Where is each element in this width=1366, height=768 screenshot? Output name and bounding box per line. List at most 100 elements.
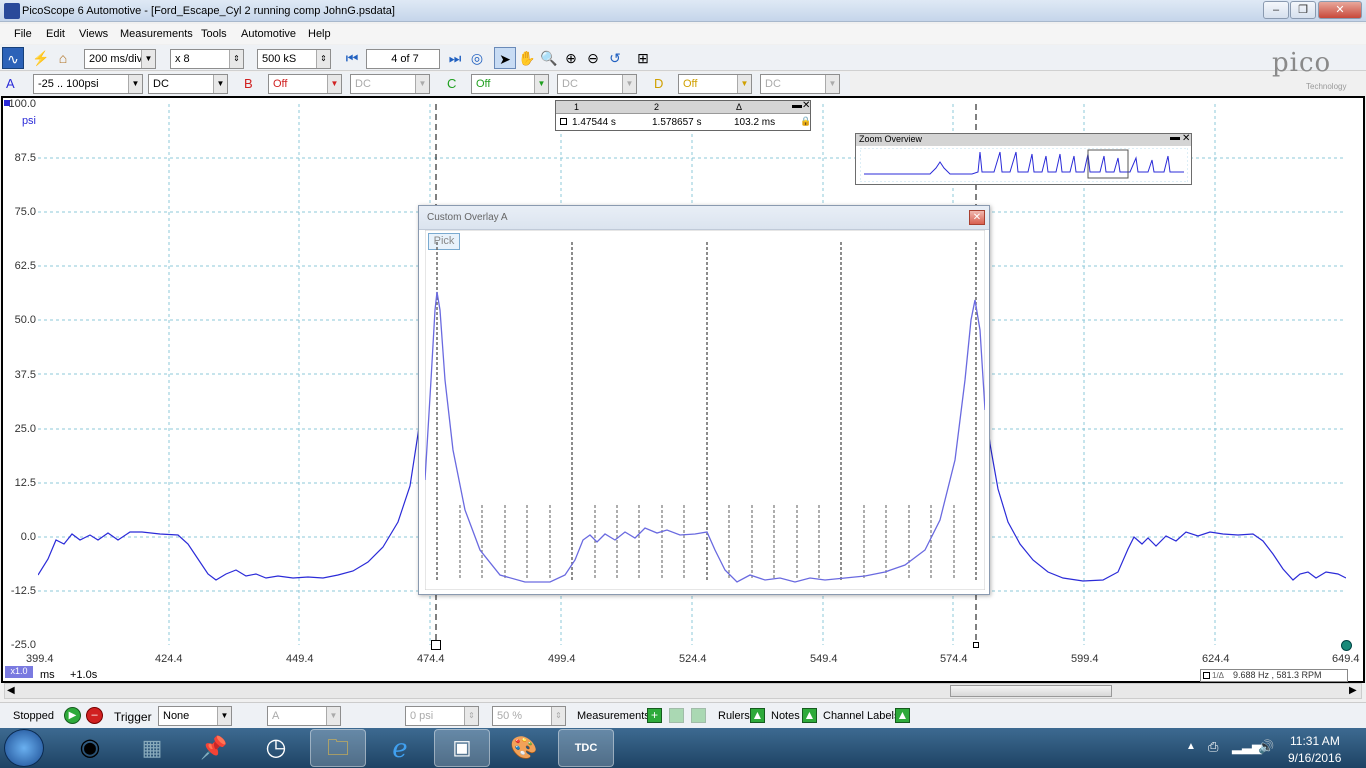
- channel-labels-button[interactable]: ▲: [895, 708, 910, 723]
- home-icon[interactable]: ⌂: [52, 47, 74, 69]
- window-title: PicoScope 6 Automotive - [Ford_Escape_Cy…: [22, 5, 395, 17]
- start-capture-button[interactable]: ▶: [64, 707, 81, 724]
- channel-d-label[interactable]: D: [654, 76, 663, 91]
- internet-explorer-taskbar-icon[interactable]: ℯ: [372, 729, 428, 767]
- stepper-icon: ⇕: [229, 50, 243, 68]
- capture-status: Stopped: [13, 710, 54, 722]
- zoom-in-icon[interactable]: ⊕: [560, 47, 582, 69]
- menu-automotive[interactable]: Automotive: [241, 28, 296, 40]
- capture-index-field[interactable]: 4 of 7: [366, 49, 440, 69]
- picoscope-taskbar-icon[interactable]: ▣: [434, 729, 490, 767]
- auto-setup-icon[interactable]: ⚡: [30, 47, 52, 69]
- explorer-taskbar-icon[interactable]: 🗀: [310, 729, 366, 767]
- scrollbar-thumb[interactable]: [950, 685, 1112, 697]
- custom-overlay-dialog[interactable]: Custom Overlay A ✕ Pick: [418, 205, 990, 595]
- y-tick-label: -12.5: [10, 585, 36, 597]
- pin-app-taskbar-icon[interactable]: 📌: [186, 729, 242, 767]
- scroll-left-icon[interactable]: ◀: [7, 685, 15, 696]
- channel-a-coupling-select[interactable]: DC ▼: [148, 74, 228, 94]
- scope-mode-icon[interactable]: ∿: [2, 47, 24, 69]
- volume-tray-icon[interactable]: 🔊: [1258, 739, 1274, 755]
- channel-b-range-select[interactable]: Off ▼: [268, 74, 342, 94]
- minimize-icon[interactable]: ▬: [1170, 132, 1180, 143]
- horizontal-scrollbar[interactable]: ◀ ▶: [4, 683, 1362, 699]
- stop-capture-button[interactable]: –: [86, 707, 103, 724]
- minimize-button[interactable]: –: [1263, 1, 1289, 19]
- channel-d-range-select[interactable]: Off ▼: [678, 74, 752, 94]
- zoom-overview-title: Zoom Overview: [859, 134, 923, 144]
- channel-a-label[interactable]: A: [6, 76, 15, 91]
- maximize-button[interactable]: ❐: [1290, 1, 1316, 19]
- x-zoom-badge[interactable]: x1.0: [5, 666, 33, 678]
- zoom-to-fit-icon[interactable]: ⊞: [632, 47, 654, 69]
- trigger-channel-value: A: [272, 710, 280, 722]
- channel-b-label[interactable]: B: [244, 76, 253, 91]
- menu-edit[interactable]: Edit: [46, 28, 65, 40]
- channel-d-coupling: DC: [765, 78, 781, 90]
- zoom-stepper[interactable]: x 8 ⇕: [170, 49, 244, 69]
- chevron-down-icon: ▼: [327, 75, 341, 93]
- clock-date[interactable]: 9/16/2016: [1288, 751, 1341, 765]
- notes-button[interactable]: ▲: [802, 708, 817, 723]
- show-hidden-icons[interactable]: ▲: [1186, 741, 1196, 752]
- menu-tools[interactable]: Tools: [201, 28, 227, 40]
- menu-measurements[interactable]: Measurements: [120, 28, 193, 40]
- minimize-icon[interactable]: ▬: [792, 100, 802, 111]
- overlay-close-button[interactable]: ✕: [969, 210, 985, 225]
- menu-file[interactable]: File: [14, 28, 32, 40]
- menu-help[interactable]: Help: [308, 28, 331, 40]
- undo-zoom-icon[interactable]: ↺: [604, 47, 626, 69]
- chevron-down-icon: ▼: [622, 75, 636, 93]
- scroll-right-icon[interactable]: ▶: [1349, 685, 1357, 696]
- notes-label: Notes: [771, 710, 800, 722]
- overlay-plot[interactable]: [425, 230, 985, 590]
- channel-c-coupling: DC: [562, 78, 578, 90]
- overlay-trace: [425, 291, 985, 583]
- zoom-select-icon[interactable]: 🔍: [538, 47, 560, 69]
- channel-d-range: Off: [683, 78, 698, 90]
- lock-icon[interactable]: 🔒: [800, 116, 811, 127]
- rulers-button[interactable]: ▲: [750, 708, 765, 723]
- tdc-taskbar-icon[interactable]: TDC: [558, 729, 614, 767]
- zoom-out-icon[interactable]: ⊖: [582, 47, 604, 69]
- ruler-square-icon: [560, 118, 567, 125]
- compass-icon[interactable]: ◎: [466, 47, 488, 69]
- zoom-overview-graph[interactable]: [860, 148, 1188, 182]
- trigger-marker[interactable]: [1341, 640, 1352, 651]
- ruler-col-1-header: 1: [574, 102, 580, 112]
- hand-tool-icon[interactable]: ✋: [516, 47, 538, 69]
- next-capture-icon[interactable]: ⏭: [444, 47, 466, 69]
- close-icon[interactable]: ✕: [802, 100, 810, 111]
- pointer-tool-icon[interactable]: ➤: [494, 47, 516, 69]
- x-tick-label: 449.4: [286, 653, 314, 665]
- clock-time[interactable]: 11:31 AM: [1290, 734, 1340, 748]
- first-capture-icon[interactable]: ⏮: [341, 47, 363, 69]
- ruler-2-handle[interactable]: [973, 642, 979, 648]
- paint-taskbar-icon[interactable]: 🎨: [496, 729, 552, 767]
- status-bar: Stopped ▶ – Trigger None ▼ A ▼ 0 psi ⇕ 50 %…: [0, 702, 1366, 728]
- clock-app-taskbar-icon[interactable]: ◷: [248, 729, 304, 767]
- channel-a-range-select[interactable]: -25 .. 100psi ▼: [33, 74, 143, 94]
- add-measurement-button[interactable]: +: [647, 708, 662, 723]
- stepper-icon: ⇕: [551, 707, 565, 725]
- close-button[interactable]: ✕: [1318, 1, 1362, 19]
- timebase-select[interactable]: 200 ms/div ▼: [84, 49, 156, 69]
- y-tick-label: 50.0: [14, 314, 36, 326]
- samples-stepper[interactable]: 500 kS ⇕: [257, 49, 331, 69]
- menu-views[interactable]: Views: [79, 28, 108, 40]
- overlay-titlebar: Custom Overlay A ✕: [419, 206, 989, 230]
- network-app-taskbar-icon[interactable]: ▦: [124, 729, 180, 767]
- x-tick-label: 499.4: [548, 653, 576, 665]
- x-tick-label: 599.4: [1071, 653, 1099, 665]
- ruler-2-value: 1.578657 s: [652, 117, 702, 128]
- channel-toolbar: A -25 .. 100psi ▼ DC ▼ B Off ▼ DC ▼ C Off ▼ D…: [0, 72, 850, 96]
- start-button[interactable]: [4, 729, 44, 767]
- trigger-mode-select[interactable]: None ▼: [158, 706, 232, 726]
- channel-c-range-select[interactable]: Off ▼: [471, 74, 549, 94]
- close-icon[interactable]: ✕: [1182, 133, 1190, 144]
- zoom-overview-panel[interactable]: Zoom Overview ▬ ✕: [855, 132, 1192, 185]
- channel-c-label[interactable]: C: [447, 76, 456, 91]
- ruler-1-handle[interactable]: [431, 640, 441, 650]
- device-tray-icon[interactable]: ⎙: [1208, 739, 1218, 755]
- chrome-taskbar-icon[interactable]: ◉: [62, 729, 118, 767]
